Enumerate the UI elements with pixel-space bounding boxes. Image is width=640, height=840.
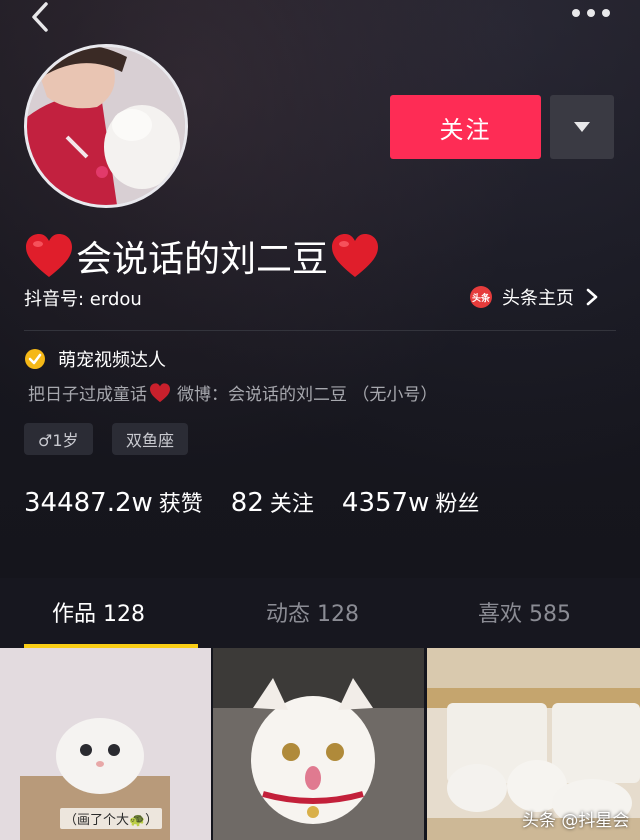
bio: 把日子过成童话 微博：会说话的刘二豆 （无小号）: [28, 380, 437, 405]
toutiao-logo-icon: 头条: [470, 286, 492, 308]
follow-button[interactable]: 关注: [390, 95, 541, 159]
followers-label[interactable]: 粉丝: [435, 486, 479, 518]
following-label[interactable]: 关注: [270, 486, 314, 518]
recommend-dropdown-button[interactable]: [550, 95, 614, 159]
divider: [24, 330, 616, 331]
following-count[interactable]: 82: [231, 488, 264, 518]
video-thumbnail[interactable]: [213, 648, 424, 840]
douyin-id: 抖音号: erdou: [24, 289, 142, 310]
nickname-row: 会说话的刘二豆: [24, 226, 380, 286]
likes-label: 获赞: [158, 492, 203, 517]
tab-activity[interactable]: 动态 128: [266, 596, 359, 628]
likes-count: 34487.2w: [24, 488, 153, 518]
heart-emoji-icon: [332, 234, 379, 277]
verified-badge-icon: [25, 349, 45, 369]
avatar[interactable]: [24, 44, 188, 208]
tag-gender-age: ♂1岁: [24, 423, 93, 455]
followers-count[interactable]: 4357w: [342, 488, 429, 518]
chevron-left-icon[interactable]: [26, 2, 54, 32]
verified-title: 萌宠视频达人: [58, 350, 166, 371]
triangle-down-icon: [574, 122, 590, 132]
tab-works[interactable]: 作品 128: [52, 596, 145, 628]
more-dots-icon[interactable]: [570, 6, 612, 20]
toutiao-homepage-link[interactable]: 头条 头条主页: [470, 283, 600, 311]
verified-row: 萌宠视频达人: [24, 346, 166, 372]
stats-row: 34487.2w 获赞 82 关注 4357w 粉丝: [24, 486, 507, 518]
tab-likes[interactable]: 喜欢 585: [478, 596, 571, 628]
bio-text-right: 微博：会说话的刘二豆 （无小号）: [177, 385, 438, 405]
video-caption: （画了个大🐢）: [60, 808, 163, 829]
nickname: 会说话的刘二豆: [76, 239, 329, 280]
video-thumbnail[interactable]: （画了个大🐢）: [0, 648, 211, 840]
watermark: 头条 @抖星会: [522, 811, 630, 831]
toutiao-label: 头条主页: [502, 288, 574, 309]
tag-zodiac: 双鱼座: [112, 423, 189, 455]
chevron-right-icon: [586, 288, 598, 306]
content-tabs: 作品 128 动态 128 喜欢 585: [0, 578, 640, 648]
heart-emoji-icon: [150, 382, 170, 402]
top-bar: [0, 0, 640, 40]
heart-emoji-icon: [26, 234, 72, 277]
bio-text-left: 把日子过成童话: [28, 385, 147, 405]
